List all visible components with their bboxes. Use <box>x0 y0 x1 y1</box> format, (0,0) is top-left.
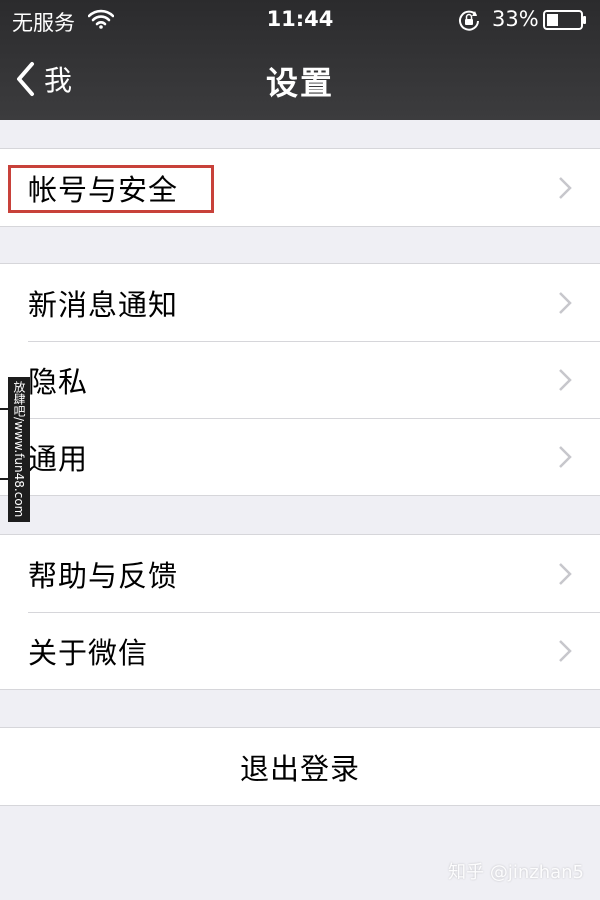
highlight-box <box>8 165 214 213</box>
settings-group-general: 新消息通知 隐私 通用 <box>0 263 600 496</box>
chevron-right-icon <box>559 369 572 391</box>
row-new-message-notifications[interactable]: 新消息通知 <box>0 264 600 341</box>
side-watermark: 放肆吧/www.fun48.com <box>8 377 30 522</box>
settings-group-help: 帮助与反馈 关于微信 <box>0 534 600 690</box>
row-help-feedback[interactable]: 帮助与反馈 <box>0 535 600 612</box>
row-label: 隐私 <box>28 364 89 399</box>
logout-label: 退出登录 <box>239 751 360 786</box>
chevron-right-icon <box>559 292 572 314</box>
page-title: 设置 <box>265 64 334 102</box>
chevron-right-icon <box>559 563 572 585</box>
row-label: 帮助与反馈 <box>28 558 179 593</box>
navigation-bar: 我 设置 <box>0 38 600 120</box>
row-label: 关于微信 <box>28 635 149 670</box>
corner-watermark: 知乎 @jinzhan5 <box>448 862 584 883</box>
rotation-lock-icon <box>459 10 479 31</box>
chevron-right-icon <box>559 177 572 199</box>
logout-group: 退出登录 <box>0 727 600 806</box>
watermark-tick <box>0 408 8 410</box>
chevron-right-icon <box>559 640 572 662</box>
battery-icon <box>543 10 586 30</box>
row-account-security[interactable]: 帐号与安全 <box>0 149 600 226</box>
row-label: 通用 <box>28 441 89 476</box>
header: 无服务 11:44 33% 我 设置 <box>0 0 600 120</box>
watermark-tick <box>0 478 8 480</box>
settings-group-account: 帐号与安全 <box>0 148 600 227</box>
battery-percentage: 33% <box>492 7 539 31</box>
logout-button[interactable]: 退出登录 <box>0 728 600 805</box>
row-about-wechat[interactable]: 关于微信 <box>0 612 600 689</box>
status-bar: 无服务 11:44 33% <box>0 0 600 38</box>
row-label: 新消息通知 <box>28 287 179 322</box>
row-privacy[interactable]: 隐私 <box>0 341 600 418</box>
row-general[interactable]: 通用 <box>0 418 600 495</box>
chevron-right-icon <box>559 446 572 468</box>
